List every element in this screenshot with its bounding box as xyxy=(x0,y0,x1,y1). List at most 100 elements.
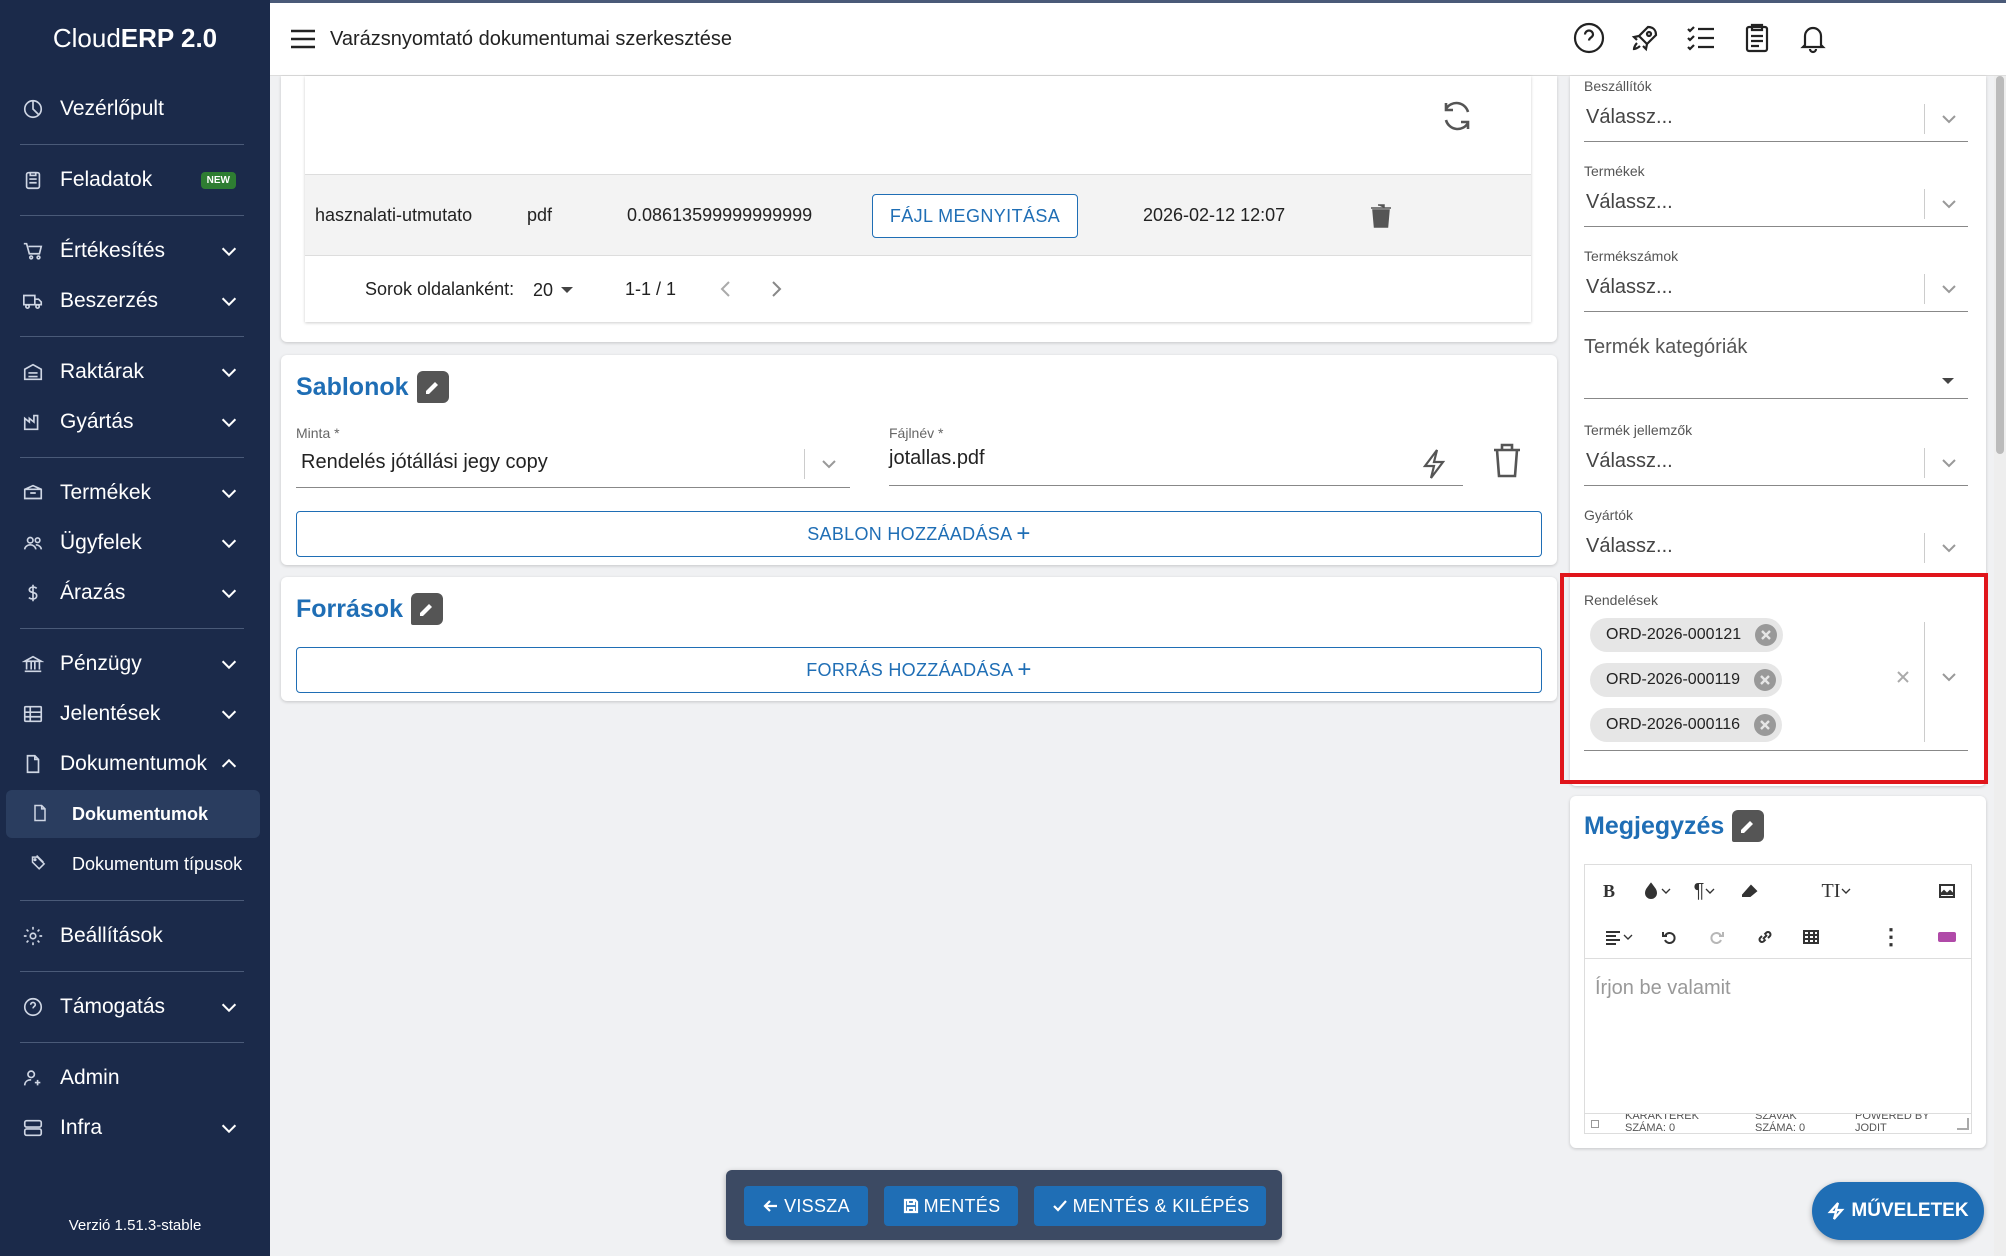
edit-comment-icon[interactable] xyxy=(410,593,443,625)
filters-card: Beszállítók Válassz... Termékek Válassz.… xyxy=(1560,76,1988,786)
undo-icon[interactable] xyxy=(1655,923,1683,951)
sidebar-item-tamogatas[interactable]: Támogatás xyxy=(0,982,270,1032)
remove-chip-icon[interactable] xyxy=(1754,669,1777,691)
sidebar-item-jelentesek[interactable]: Jelentések xyxy=(0,689,270,739)
products-icon xyxy=(20,480,46,506)
bottom-action-bar: VISSZA MENTÉS MENTÉS & KILÉPÉS xyxy=(726,1170,1282,1240)
app-version: Verzió 1.51.3-stable xyxy=(68,1217,202,1234)
more-options-icon[interactable]: ⋮ xyxy=(1877,923,1905,951)
select-divider xyxy=(1924,274,1925,304)
pattern-select[interactable]: Rendelés jótállási jegy copy xyxy=(296,445,850,483)
add-source-button[interactable]: FORRÁS HOZZÁADÁSA + xyxy=(296,647,1542,693)
scrollbar-track[interactable] xyxy=(1994,76,2006,1256)
sidebar-item-label: Admin xyxy=(60,1066,120,1089)
note-title: Megjegyzés xyxy=(1584,810,1765,842)
scrollbar-thumb[interactable] xyxy=(1996,76,2004,454)
order-chip[interactable]: ORD-2026-000116 xyxy=(1590,708,1783,742)
chevron-down-icon xyxy=(218,240,240,262)
chevron-down-icon xyxy=(1938,537,1960,559)
sidebar-item-feladatok[interactable]: Feladatok NEW xyxy=(0,155,270,205)
sidebar-item-ugyfelek[interactable]: Ügyfelek xyxy=(0,518,270,568)
caret-down-icon xyxy=(561,287,574,293)
char-count: KARAKTEREK SZÁMA: 0 xyxy=(1625,1113,1699,1133)
sources-card: Források FORRÁS HOZZÁADÁSA + xyxy=(281,577,1557,701)
filename-label: Fájlnév * xyxy=(889,425,944,441)
sidebar-item-beszerzes[interactable]: Beszerzés xyxy=(0,276,270,326)
bell-icon[interactable] xyxy=(1796,21,1830,55)
paragraph-button[interactable]: ¶ xyxy=(1685,877,1725,905)
sidebar-item-ertekesites[interactable]: Értékesítés xyxy=(0,226,270,276)
next-page-icon[interactable] xyxy=(765,278,787,300)
save-and-exit-button[interactable]: MENTÉS & KILÉPÉS xyxy=(1034,1186,1266,1226)
table-row[interactable]: hasznalati-utmutato pdf 0.08613599999999… xyxy=(305,174,1531,256)
add-template-button[interactable]: SABLON HOZZÁADÁSA + xyxy=(296,511,1542,557)
product-categories-select[interactable] xyxy=(1584,366,1968,396)
rows-per-page-select[interactable]: 20 xyxy=(533,276,583,304)
prev-page-icon[interactable] xyxy=(715,278,737,300)
redo-icon[interactable] xyxy=(1703,923,1731,951)
link-icon[interactable] xyxy=(1751,923,1779,951)
back-button[interactable]: VISSZA xyxy=(744,1186,868,1226)
sidebar-divider xyxy=(20,215,244,216)
save-button[interactable]: MENTÉS xyxy=(884,1186,1018,1226)
font-size-button[interactable]: TI xyxy=(1815,877,1859,905)
sidebar-item-beallitasok[interactable]: Beállítások xyxy=(0,911,270,961)
help-circle-icon[interactable] xyxy=(1572,21,1606,55)
sidebar-subitem-label: Dokumentumok xyxy=(72,803,209,824)
sidebar-item-dokumentumok[interactable]: Dokumentumok xyxy=(0,739,270,789)
image-icon[interactable] xyxy=(1933,877,1961,905)
bold-button[interactable]: B xyxy=(1595,877,1623,905)
chevron-down-icon xyxy=(218,996,240,1018)
suppliers-label: Beszállítók xyxy=(1584,78,1652,94)
editor-status-bar: KARAKTEREK SZÁMA: 0 SZAVAK SZÁMA: 0 POWE… xyxy=(1585,1113,1971,1133)
manufacturers-select[interactable]: Válassz... xyxy=(1584,527,1968,567)
remove-chip-icon[interactable] xyxy=(1754,714,1777,736)
edit-comment-icon[interactable] xyxy=(416,371,449,403)
sidebar-item-termekek[interactable]: Termékek xyxy=(0,468,270,518)
hamburger-menu-icon[interactable] xyxy=(288,24,318,54)
eraser-icon[interactable] xyxy=(1735,877,1763,905)
sidebar-item-raktarak[interactable]: Raktárak xyxy=(0,347,270,397)
chevron-down-icon xyxy=(818,453,840,475)
lightning-icon[interactable] xyxy=(1419,447,1449,481)
product-attributes-select[interactable]: Válassz... xyxy=(1584,442,1968,482)
sidebar-item-arazas[interactable]: Árazás xyxy=(0,568,270,618)
actions-fab-button[interactable]: MŰVELETEK xyxy=(1812,1182,1984,1240)
clipboard-icon[interactable] xyxy=(1740,21,1774,55)
align-button[interactable] xyxy=(1595,923,1643,951)
sidebar-subitem-dokumentumok[interactable]: Dokumentumok xyxy=(6,790,260,838)
order-chip[interactable]: ORD-2026-000119 xyxy=(1590,663,1783,697)
source-code-icon[interactable] xyxy=(1933,923,1961,951)
sidebar-item-infra[interactable]: Infra xyxy=(0,1103,270,1153)
edit-comment-icon[interactable] xyxy=(1732,810,1765,842)
order-chip[interactable]: ORD-2026-000121 xyxy=(1590,618,1784,652)
sidebar-subitem-dokumentum-tipusok[interactable]: Dokumentum típusok xyxy=(6,840,260,888)
remove-chip-icon[interactable] xyxy=(1755,624,1778,646)
refresh-icon[interactable] xyxy=(1439,98,1475,134)
delete-template-icon[interactable] xyxy=(1491,441,1523,479)
users-icon xyxy=(20,530,46,556)
open-file-button[interactable]: FÁJL MEGNYITÁSA xyxy=(872,194,1078,238)
top-bar: Varázsnyomtató dokumentumai szerkesztése xyxy=(270,0,2006,76)
editor-resize-icon[interactable] xyxy=(1957,1118,1969,1130)
chevron-down-icon xyxy=(218,703,240,725)
sidebar-item-vezerlopult[interactable]: Vezérlőpult xyxy=(0,84,270,134)
checklist-icon[interactable] xyxy=(1684,21,1718,55)
sources-title: Források xyxy=(296,593,443,625)
products-select[interactable]: Válassz... xyxy=(1584,183,1968,223)
note-card: Megjegyzés B ¶ TI ⋮ Írjon be valamit KAR… xyxy=(1570,796,1986,1148)
sidebar-item-penzugy[interactable]: Pénzügy xyxy=(0,639,270,689)
delete-file-icon[interactable] xyxy=(1369,203,1393,229)
clear-all-icon[interactable] xyxy=(1894,668,1912,686)
product-numbers-select[interactable]: Válassz... xyxy=(1584,268,1968,308)
chevron-down-icon xyxy=(218,582,240,604)
filename-field[interactable]: jotallas.pdf xyxy=(889,445,1463,483)
color-button[interactable] xyxy=(1637,877,1677,905)
sidebar-item-gyartas[interactable]: Gyártás xyxy=(0,397,270,447)
app-logo[interactable]: Cloud ERP 2.0 xyxy=(0,0,270,76)
rocket-icon[interactable] xyxy=(1628,21,1662,55)
table-insert-icon[interactable] xyxy=(1797,923,1825,951)
editor-placeholder[interactable]: Írjon be valamit xyxy=(1595,977,1731,1000)
sidebar-item-admin[interactable]: Admin xyxy=(0,1053,270,1103)
suppliers-select[interactable]: Válassz... xyxy=(1584,98,1968,138)
